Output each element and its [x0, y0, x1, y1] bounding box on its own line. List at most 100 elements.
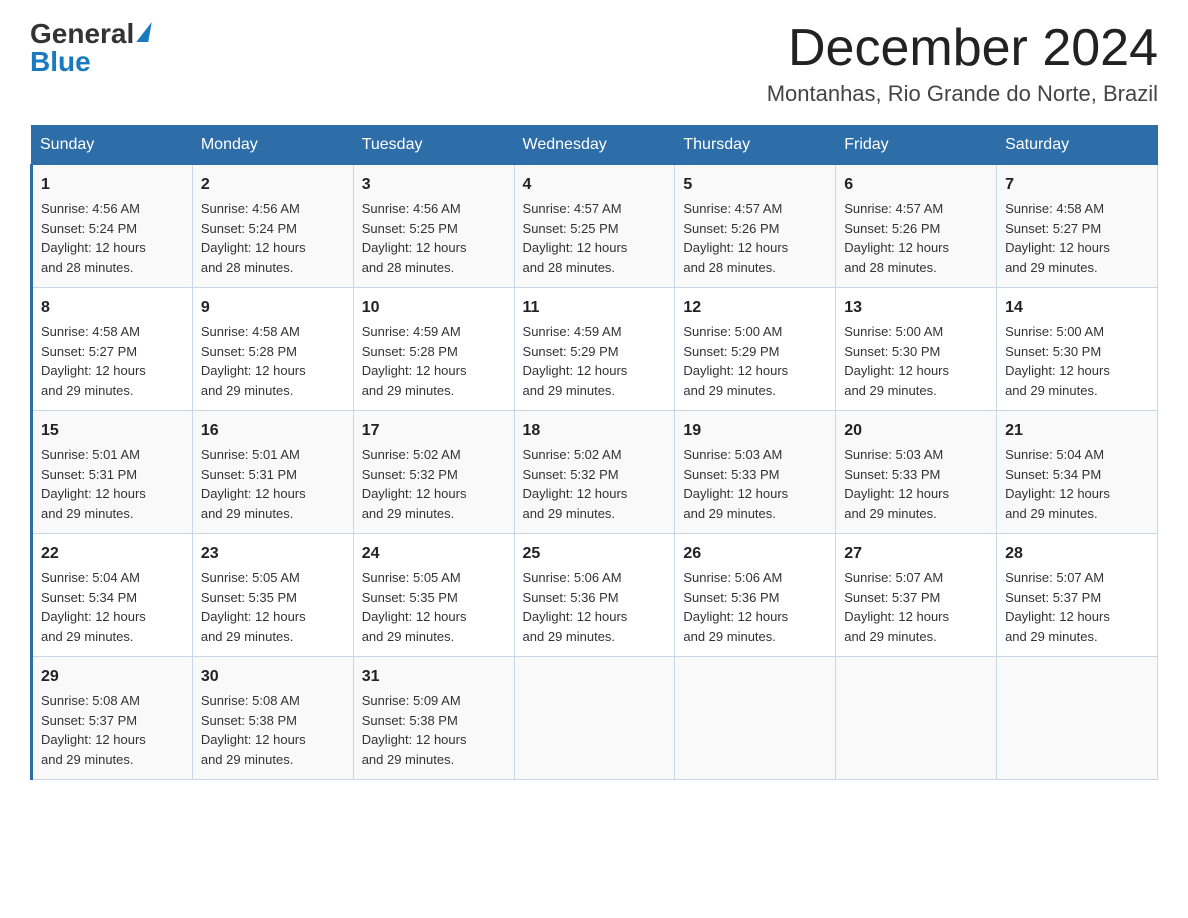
calendar-cell: 26 Sunrise: 5:06 AMSunset: 5:36 PMDaylig… [675, 534, 836, 657]
calendar-week-row: 29 Sunrise: 5:08 AMSunset: 5:37 PMDaylig… [32, 657, 1158, 780]
logo-general-text: General [30, 20, 134, 48]
day-info: Sunrise: 4:57 AMSunset: 5:26 PMDaylight:… [844, 201, 949, 275]
day-info: Sunrise: 5:05 AMSunset: 5:35 PMDaylight:… [362, 570, 467, 644]
day-number: 23 [201, 542, 345, 566]
calendar-week-row: 22 Sunrise: 5:04 AMSunset: 5:34 PMDaylig… [32, 534, 1158, 657]
day-number: 21 [1005, 419, 1149, 443]
day-info: Sunrise: 5:00 AMSunset: 5:30 PMDaylight:… [1005, 324, 1110, 398]
day-number: 10 [362, 296, 506, 320]
day-number: 2 [201, 173, 345, 197]
calendar-cell: 31 Sunrise: 5:09 AMSunset: 5:38 PMDaylig… [353, 657, 514, 780]
day-info: Sunrise: 5:01 AMSunset: 5:31 PMDaylight:… [41, 447, 146, 521]
location-title: Montanhas, Rio Grande do Norte, Brazil [767, 81, 1158, 107]
logo: General Blue [30, 20, 150, 76]
calendar-cell: 20 Sunrise: 5:03 AMSunset: 5:33 PMDaylig… [836, 411, 997, 534]
calendar-cell: 16 Sunrise: 5:01 AMSunset: 5:31 PMDaylig… [192, 411, 353, 534]
calendar-cell: 1 Sunrise: 4:56 AMSunset: 5:24 PMDayligh… [32, 165, 193, 288]
day-number: 12 [683, 296, 827, 320]
calendar-cell: 30 Sunrise: 5:08 AMSunset: 5:38 PMDaylig… [192, 657, 353, 780]
day-info: Sunrise: 5:06 AMSunset: 5:36 PMDaylight:… [523, 570, 628, 644]
calendar-cell: 17 Sunrise: 5:02 AMSunset: 5:32 PMDaylig… [353, 411, 514, 534]
calendar-cell: 15 Sunrise: 5:01 AMSunset: 5:31 PMDaylig… [32, 411, 193, 534]
calendar-week-row: 1 Sunrise: 4:56 AMSunset: 5:24 PMDayligh… [32, 165, 1158, 288]
header-tuesday: Tuesday [353, 126, 514, 165]
day-number: 22 [41, 542, 184, 566]
day-info: Sunrise: 4:58 AMSunset: 5:27 PMDaylight:… [41, 324, 146, 398]
calendar-week-row: 15 Sunrise: 5:01 AMSunset: 5:31 PMDaylig… [32, 411, 1158, 534]
day-number: 24 [362, 542, 506, 566]
calendar-cell: 2 Sunrise: 4:56 AMSunset: 5:24 PMDayligh… [192, 165, 353, 288]
day-number: 26 [683, 542, 827, 566]
day-info: Sunrise: 5:08 AMSunset: 5:37 PMDaylight:… [41, 693, 146, 767]
day-info: Sunrise: 4:59 AMSunset: 5:28 PMDaylight:… [362, 324, 467, 398]
calendar-cell [997, 657, 1158, 780]
day-number: 4 [523, 173, 667, 197]
calendar-cell: 10 Sunrise: 4:59 AMSunset: 5:28 PMDaylig… [353, 288, 514, 411]
calendar-cell: 13 Sunrise: 5:00 AMSunset: 5:30 PMDaylig… [836, 288, 997, 411]
day-info: Sunrise: 4:58 AMSunset: 5:28 PMDaylight:… [201, 324, 306, 398]
day-number: 31 [362, 665, 506, 689]
day-info: Sunrise: 4:59 AMSunset: 5:29 PMDaylight:… [523, 324, 628, 398]
day-info: Sunrise: 5:07 AMSunset: 5:37 PMDaylight:… [1005, 570, 1110, 644]
day-number: 6 [844, 173, 988, 197]
calendar-header-row: SundayMondayTuesdayWednesdayThursdayFrid… [32, 126, 1158, 165]
page-header: General Blue December 2024 Montanhas, Ri… [30, 20, 1158, 107]
day-info: Sunrise: 5:03 AMSunset: 5:33 PMDaylight:… [683, 447, 788, 521]
day-info: Sunrise: 5:04 AMSunset: 5:34 PMDaylight:… [41, 570, 146, 644]
logo-blue-text: Blue [30, 48, 91, 76]
day-number: 20 [844, 419, 988, 443]
header-monday: Monday [192, 126, 353, 165]
calendar-cell: 27 Sunrise: 5:07 AMSunset: 5:37 PMDaylig… [836, 534, 997, 657]
day-number: 29 [41, 665, 184, 689]
calendar-cell [836, 657, 997, 780]
calendar-cell: 12 Sunrise: 5:00 AMSunset: 5:29 PMDaylig… [675, 288, 836, 411]
day-number: 19 [683, 419, 827, 443]
day-info: Sunrise: 4:57 AMSunset: 5:25 PMDaylight:… [523, 201, 628, 275]
day-info: Sunrise: 5:00 AMSunset: 5:30 PMDaylight:… [844, 324, 949, 398]
day-number: 8 [41, 296, 184, 320]
day-number: 13 [844, 296, 988, 320]
calendar-cell: 19 Sunrise: 5:03 AMSunset: 5:33 PMDaylig… [675, 411, 836, 534]
calendar-cell: 24 Sunrise: 5:05 AMSunset: 5:35 PMDaylig… [353, 534, 514, 657]
calendar-cell: 5 Sunrise: 4:57 AMSunset: 5:26 PMDayligh… [675, 165, 836, 288]
calendar-cell: 6 Sunrise: 4:57 AMSunset: 5:26 PMDayligh… [836, 165, 997, 288]
header-thursday: Thursday [675, 126, 836, 165]
header-saturday: Saturday [997, 126, 1158, 165]
day-info: Sunrise: 5:04 AMSunset: 5:34 PMDaylight:… [1005, 447, 1110, 521]
day-number: 15 [41, 419, 184, 443]
day-info: Sunrise: 5:06 AMSunset: 5:36 PMDaylight:… [683, 570, 788, 644]
day-info: Sunrise: 4:56 AMSunset: 5:25 PMDaylight:… [362, 201, 467, 275]
day-info: Sunrise: 4:58 AMSunset: 5:27 PMDaylight:… [1005, 201, 1110, 275]
day-info: Sunrise: 4:57 AMSunset: 5:26 PMDaylight:… [683, 201, 788, 275]
header-wednesday: Wednesday [514, 126, 675, 165]
day-number: 25 [523, 542, 667, 566]
calendar-cell: 7 Sunrise: 4:58 AMSunset: 5:27 PMDayligh… [997, 165, 1158, 288]
calendar-cell: 21 Sunrise: 5:04 AMSunset: 5:34 PMDaylig… [997, 411, 1158, 534]
calendar-cell: 23 Sunrise: 5:05 AMSunset: 5:35 PMDaylig… [192, 534, 353, 657]
day-info: Sunrise: 5:08 AMSunset: 5:38 PMDaylight:… [201, 693, 306, 767]
calendar-cell: 28 Sunrise: 5:07 AMSunset: 5:37 PMDaylig… [997, 534, 1158, 657]
calendar-cell: 22 Sunrise: 5:04 AMSunset: 5:34 PMDaylig… [32, 534, 193, 657]
calendar-cell: 18 Sunrise: 5:02 AMSunset: 5:32 PMDaylig… [514, 411, 675, 534]
day-info: Sunrise: 5:02 AMSunset: 5:32 PMDaylight:… [523, 447, 628, 521]
calendar-cell: 4 Sunrise: 4:57 AMSunset: 5:25 PMDayligh… [514, 165, 675, 288]
day-number: 28 [1005, 542, 1149, 566]
day-number: 11 [523, 296, 667, 320]
day-number: 9 [201, 296, 345, 320]
header-sunday: Sunday [32, 126, 193, 165]
day-number: 30 [201, 665, 345, 689]
day-info: Sunrise: 5:02 AMSunset: 5:32 PMDaylight:… [362, 447, 467, 521]
day-info: Sunrise: 5:09 AMSunset: 5:38 PMDaylight:… [362, 693, 467, 767]
day-number: 5 [683, 173, 827, 197]
day-info: Sunrise: 5:00 AMSunset: 5:29 PMDaylight:… [683, 324, 788, 398]
calendar-cell: 8 Sunrise: 4:58 AMSunset: 5:27 PMDayligh… [32, 288, 193, 411]
day-info: Sunrise: 5:01 AMSunset: 5:31 PMDaylight:… [201, 447, 306, 521]
day-info: Sunrise: 4:56 AMSunset: 5:24 PMDaylight:… [41, 201, 146, 275]
day-info: Sunrise: 5:07 AMSunset: 5:37 PMDaylight:… [844, 570, 949, 644]
day-number: 3 [362, 173, 506, 197]
calendar-cell [675, 657, 836, 780]
calendar-cell [514, 657, 675, 780]
calendar-cell: 11 Sunrise: 4:59 AMSunset: 5:29 PMDaylig… [514, 288, 675, 411]
calendar-cell: 29 Sunrise: 5:08 AMSunset: 5:37 PMDaylig… [32, 657, 193, 780]
day-number: 7 [1005, 173, 1149, 197]
